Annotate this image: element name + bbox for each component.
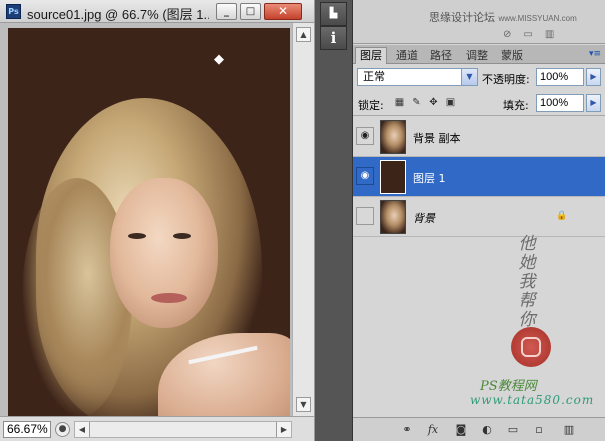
layer-name: 背景 [413,212,435,225]
adjustment-layer-icon[interactable]: ◐ [479,422,495,438]
visibility-toggle-empty[interactable] [356,207,374,225]
lock-row: 锁定: ▦ ✎ ✥ ▣ 填充: 100% ▶ [353,92,605,116]
blend-mode-select[interactable]: 正常 ▼ [357,68,478,86]
vertical-scrollbar[interactable]: ▲ ▼ [292,23,314,416]
document-window: Ps source01.jpg @ 66.7% (图层 1... _ □ ✕ ◆… [0,0,314,441]
canvas-area[interactable]: ◆ [0,23,292,416]
lock-icon: 🔒 [556,211,568,221]
visibility-eye-icon[interactable]: ◉ [356,127,374,145]
history-footer-icons: ⊘▭▥ [503,29,566,40]
photoshop-workspace: Ps source01.jpg @ 66.7% (图层 1... _ □ ✕ ◆… [0,0,605,441]
right-eye [173,233,191,239]
panel-dock: ▙ i [315,0,353,441]
layer-thumbnail [380,200,406,234]
face-region [110,178,218,328]
layer-thumbnail [380,160,406,194]
fx-icon[interactable]: fx [425,422,441,438]
close-icon: ✕ [277,4,289,18]
visibility-eye-icon[interactable]: ◉ [356,167,374,185]
zoom-field[interactable]: 66.67% [3,421,51,438]
minimize-icon: _ [224,6,229,17]
top-panel-strip: 思缘设计论坛 www.MISSYUAN.com ⊘▭▥ [353,0,605,44]
scroll-left-icon[interactable]: ◀ [75,422,90,437]
history-panel-button[interactable]: ▙ [320,2,347,26]
layer-row-layer-1[interactable]: ◉ 图层 1 [353,157,605,197]
calligraphy-char: 我 [518,272,536,292]
calligraphy-watermark: 他 她 我 帮 你 [503,235,551,330]
status-menu-icon[interactable]: ● [55,422,70,437]
tab-adjustments[interactable]: 调整 [461,47,493,64]
trash-icon[interactable]: ▥ [545,29,566,40]
layer-row-background-copy[interactable]: ◉ 背景 副本 [353,117,605,157]
maximize-button[interactable]: □ [240,3,261,20]
new-layer-icon[interactable]: ▫ [531,422,547,438]
maximize-icon: □ [245,6,256,17]
watermark-text: 思缘设计论坛 [429,11,495,24]
fill-slider-icon[interactable]: ▶ [586,94,601,112]
lock-all-icon[interactable]: ▣ [444,96,457,109]
tutorial-site-name: PS教程网 [480,379,537,394]
document-title: source01.jpg @ 66.7% (图层 1... [27,7,209,22]
opacity-slider-icon[interactable]: ▶ [586,68,601,86]
lock-image-icon[interactable]: ✎ [410,96,423,109]
lock-label: 锁定: [358,99,384,112]
blend-row: 正常 ▼ 不透明度: 100% ▶ [353,65,605,89]
lock-position-icon[interactable]: ✥ [427,96,440,109]
paint-bucket-cursor-icon: ◆ [214,52,224,67]
new-document-from-state-icon[interactable]: ⊘ [503,29,523,40]
info-panel-button[interactable]: i [320,26,347,50]
horizontal-scrollbar[interactable]: ◀ ▶ [74,421,292,438]
scroll-up-icon[interactable]: ▲ [296,27,311,42]
panel-tabs: 图层 通道 路径 调整 蒙版 ▾≡ [353,45,605,64]
calligraphy-char: 她 [518,253,536,273]
status-bar: 66.67% ● ◀ ▶ [0,416,314,441]
left-eye [128,233,146,239]
history-icon: ▙ [329,8,338,19]
tab-paths[interactable]: 路径 [425,47,457,64]
layer-name: 图层 1 [413,172,446,185]
new-group-icon[interactable]: ▭ [505,422,521,438]
document-image[interactable]: ◆ [8,28,290,416]
fill-label: 填充: [503,99,529,112]
fill-field[interactable]: 100% [536,94,584,112]
info-icon: i [330,29,337,47]
seal-inner-mark [521,337,541,357]
calligraphy-char: 帮 [518,291,536,311]
watermark-site: www.MISSYUAN.com [498,14,577,23]
tab-masks[interactable]: 蒙版 [496,47,528,64]
minimize-button[interactable]: _ [216,3,237,20]
tab-layers[interactable]: 图层 [355,47,387,64]
layer-thumbnail [380,120,406,154]
scroll-right-icon[interactable]: ▶ [276,422,291,437]
calligraphy-char: 他 [518,234,536,254]
scroll-down-icon[interactable]: ▼ [296,397,311,412]
layers-panel-group: 思缘设计论坛 www.MISSYUAN.com ⊘▭▥ 图层 通道 路径 调整 … [353,0,605,441]
close-button[interactable]: ✕ [264,3,302,20]
top-watermark: 思缘设计论坛 www.MISSYUAN.com [429,9,577,25]
layers-list: ◉ 背景 副本 ◉ 图层 1 背景 🔒 他 她 我 帮 你 PS教程网 www.… [353,117,605,417]
layers-footer: ⚭ fx ◙ ◐ ▭ ▫ ▥ [353,417,605,441]
panel-menu-icon[interactable]: ▾≡ [588,48,602,60]
camera-icon[interactable]: ▭ [523,29,544,40]
trash-icon[interactable]: ▥ [561,422,577,438]
add-mask-icon[interactable]: ◙ [453,422,469,438]
red-seal-stamp [511,327,551,367]
blend-mode-value: 正常 [363,70,385,83]
photoshop-app-icon: Ps [6,4,21,19]
opacity-field[interactable]: 100% [536,68,584,86]
lips [151,293,187,303]
tutorial-site-url: www.tata580.com [470,393,595,407]
link-layers-icon[interactable]: ⚭ [399,422,415,438]
tab-channels[interactable]: 通道 [391,47,423,64]
layer-row-background[interactable]: 背景 🔒 [353,197,605,237]
lock-transparent-icon[interactable]: ▦ [393,96,406,109]
layer-name: 背景 副本 [413,132,461,145]
chevron-down-icon[interactable]: ▼ [461,69,477,85]
opacity-label: 不透明度: [482,73,530,86]
document-titlebar[interactable]: Ps source01.jpg @ 66.7% (图层 1... _ □ ✕ [0,0,314,23]
